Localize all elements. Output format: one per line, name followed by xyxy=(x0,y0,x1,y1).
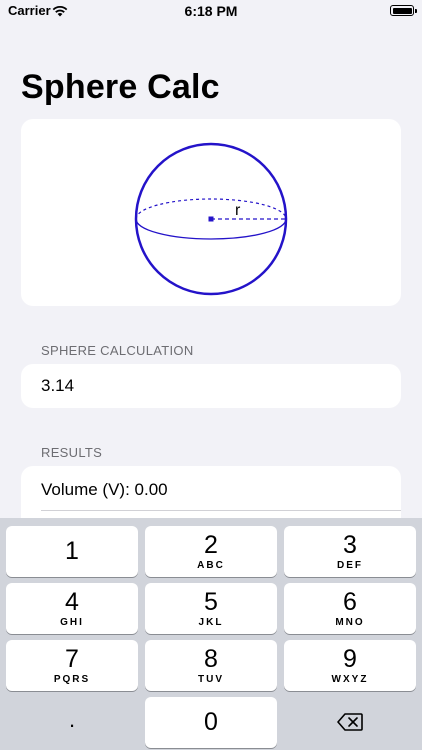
backspace-icon xyxy=(337,713,363,731)
key-9-letters: WXYZ xyxy=(331,674,369,685)
radius-input[interactable]: 3.14 xyxy=(21,364,401,408)
key-2-digit: 2 xyxy=(204,531,218,559)
results-divider xyxy=(41,510,401,511)
key-5-digit: 5 xyxy=(204,588,218,616)
key-8[interactable]: 8 TUV xyxy=(145,640,277,691)
sphere-diagram: r xyxy=(134,142,288,296)
key-3-letters: DEF xyxy=(337,560,363,571)
key-4-digit: 4 xyxy=(65,588,79,616)
key-9[interactable]: 9 WXYZ xyxy=(284,640,416,691)
radius-input-value[interactable]: 3.14 xyxy=(41,376,74,396)
key-3-digit: 3 xyxy=(343,531,357,559)
key-4-letters: GHI xyxy=(60,617,84,628)
key-4[interactable]: 4 GHI xyxy=(6,583,138,634)
key-7-digit: 7 xyxy=(65,645,79,673)
key-decimal[interactable]: . xyxy=(6,697,138,748)
key-1[interactable]: 1 xyxy=(6,526,138,577)
numeric-keypad: 1 2 ABC 3 DEF 4 GHI 5 JKL 6 MNO 7 PQRS 8… xyxy=(0,518,422,750)
key-decimal-digit: . xyxy=(68,707,76,732)
key-2[interactable]: 2 ABC xyxy=(145,526,277,577)
key-6-letters: MNO xyxy=(335,617,365,628)
key-9-digit: 9 xyxy=(343,645,357,673)
key-2-letters: ABC xyxy=(197,560,225,571)
status-bar: Carrier 6:18 PM xyxy=(0,0,422,24)
key-5[interactable]: 5 JKL xyxy=(145,583,277,634)
key-6-digit: 6 xyxy=(343,588,357,616)
key-0[interactable]: 0 xyxy=(145,697,277,748)
key-0-digit: 0 xyxy=(204,708,218,736)
page-title: Sphere Calc xyxy=(21,68,220,106)
radius-label: r xyxy=(235,202,241,219)
volume-result: Volume (V): 0.00 xyxy=(41,480,168,499)
sphere-calculation-header: SPHERE CALCULATION xyxy=(41,343,194,358)
key-8-letters: TUV xyxy=(198,674,224,685)
delete-key[interactable] xyxy=(284,697,416,748)
results-header: RESULTS xyxy=(41,445,103,460)
key-1-digit: 1 xyxy=(65,537,79,565)
key-7-letters: PQRS xyxy=(53,674,91,685)
status-time: 6:18 PM xyxy=(184,3,238,19)
sphere-diagram-card: r xyxy=(21,119,401,306)
battery-icon xyxy=(390,5,417,16)
key-7[interactable]: 7 PQRS xyxy=(6,640,138,691)
key-5-letters: JKL xyxy=(198,617,224,628)
key-6[interactable]: 6 MNO xyxy=(284,583,416,634)
key-3[interactable]: 3 DEF xyxy=(284,526,416,577)
key-8-digit: 8 xyxy=(204,645,218,673)
